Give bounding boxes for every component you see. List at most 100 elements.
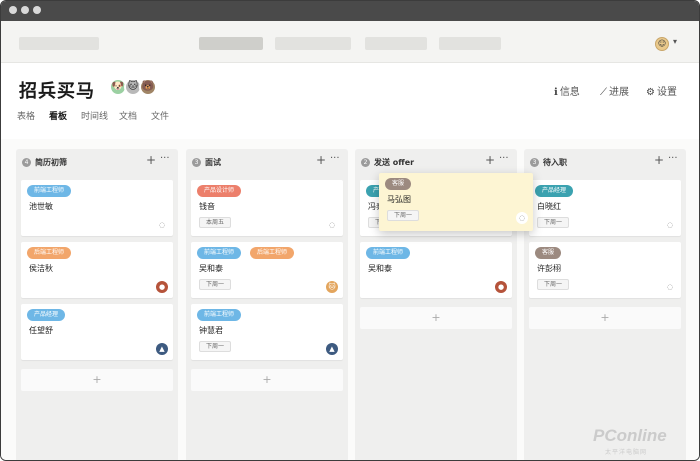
settings-label: 设置 [656,87,677,98]
window-close-dot[interactable] [9,6,17,14]
position-tag: 产品设计师 [197,185,242,197]
add-card-button[interactable]: + [316,153,326,167]
more-options-icon[interactable]: ··· [160,153,170,164]
candidate-card[interactable]: 产品经理任望舒 ▲ [21,304,173,360]
more-options-icon[interactable]: ··· [668,153,678,164]
add-card-button[interactable]: + [654,153,664,167]
interview-time: 下周一 [387,210,420,221]
position-tag: 前端工程师 [366,247,411,259]
window-titlebar [1,1,699,21]
nav-item-3[interactable] [365,37,427,50]
avatar[interactable]: ▲ [156,343,168,355]
avatar[interactable]: ● [156,281,168,293]
top-navigation: ☺ ▾ [1,21,699,63]
column-title: 面试 [205,158,221,167]
column-count: 4 [22,158,31,167]
avatar[interactable]: ◌ [326,219,338,231]
position-tag: 产品经理 [27,309,66,321]
avatar[interactable]: ◌ [664,281,676,293]
interview-time: 下周一 [199,279,232,290]
candidate-card[interactable]: 客服许彭栩下周一 ◌ [529,242,681,298]
candidate-name: 白晓红 [537,202,561,211]
info-label: 信息 [559,87,580,98]
avatar[interactable]: ◌ [516,212,528,224]
tab-files[interactable]: 文件 [151,109,169,122]
candidate-name: 吴和泰 [368,264,392,273]
candidate-name: 池世敏 [29,202,53,211]
more-options-icon[interactable]: ··· [330,153,340,164]
watermark-subtext: 太平洋电脑网 [605,449,648,456]
position-tag: 前端工程师 [197,247,242,259]
avatar[interactable]: ▲ [326,343,338,355]
window-maximize-dot[interactable] [33,6,41,14]
column-title: 待入职 [543,158,567,167]
position-tag: 前端工程师 [27,185,72,197]
candidate-card[interactable]: 后端工程师侯洁秋 ● [21,242,173,298]
candidate-card[interactable]: 产品经理 白晓红 下周一 ◌ [529,180,681,236]
interview-time: 下周一 [537,279,570,290]
avatar[interactable]: 🐻 [139,78,157,96]
more-options-icon[interactable]: ··· [499,153,509,164]
kanban-column: 3 面试 + ··· 产品设计师 钱音 本周五 ◌ 前端工程师 后端工程师 吴和泰 下周一 🐱 前端工程师… [186,149,348,460]
column-count: 3 [192,158,201,167]
add-card-button[interactable]: + [360,307,512,329]
progress-button[interactable]: ⟋ 进展 [600,83,629,98]
position-tag: 后端工程师 [250,247,295,259]
dragging-card[interactable]: 客服马弘图下周一 ◌ [379,173,533,231]
position-tag: 客服 [385,178,412,190]
column-header: 3 面试 + ··· [186,149,348,175]
avatar[interactable]: ◌ [156,219,168,231]
avatar[interactable]: ◌ [664,219,676,231]
tab-docs[interactable]: 文档 [119,109,137,122]
watermark-logo: PConline [593,426,667,445]
candidate-name: 吴和泰 [199,264,223,273]
kanban-column: 3 待入职 + ··· 产品经理 白晓红 下周一 ◌ 客服 许彭栩 下周一 ◌ + [524,149,686,460]
candidate-name: 许彭栩 [537,264,561,273]
window-minimize-dot[interactable] [21,6,29,14]
nav-item-1[interactable] [199,37,263,50]
candidate-card[interactable]: 前端工程师钟慧君下周一 ▲ [191,304,343,360]
add-card-button[interactable]: + [485,153,495,167]
tab-table[interactable]: 表格 [17,109,35,122]
position-tag: 客服 [535,247,562,259]
interview-time: 本周五 [199,217,232,228]
app-window: ☺ ▾ 招兵买马 🐶 🐱 🐻 ℹ 信息 ⟋ 进展 ⚙ 设置 表格 看板 时间线 文档 … [0,0,700,461]
kanban-board: 4 简历初筛 + ··· 前端工程师 池世敏 ◌ 后端工程师 侯洁秋 ● 产品经理 任望舒 ▲ +3 面试 +… [1,139,699,460]
add-card-button[interactable]: + [21,369,173,391]
nav-item-2[interactable] [275,37,351,50]
tab-timeline[interactable]: 时间线 [81,109,108,122]
add-card-button[interactable]: + [146,153,156,167]
interview-time: 下周一 [537,217,570,228]
column-header: 3 待入职 + ··· [524,149,686,175]
column-title: 简历初筛 [35,158,67,167]
candidate-card[interactable]: 前端工程师 后端工程师吴和泰下周一 🐱 [191,242,343,298]
nav-item-4[interactable] [439,37,501,50]
chart-icon: ⟋ [600,87,607,98]
column-count: 3 [530,158,539,167]
position-tag: 前端工程师 [197,309,242,321]
user-avatar-icon[interactable]: ☺ [655,37,669,51]
gear-icon: ⚙ [646,87,655,98]
avatar[interactable]: 🐱 [326,281,338,293]
add-card-button[interactable]: + [191,369,343,391]
progress-label: 进展 [609,87,629,98]
candidate-name: 钱音 [199,202,215,211]
candidate-card[interactable]: 产品设计师钱音本周五 ◌ [191,180,343,236]
interview-time: 下周一 [199,341,232,352]
candidate-name: 侯洁秋 [29,264,53,273]
candidate-name: 钟慧君 [199,326,223,335]
candidate-name: 任望舒 [29,326,53,335]
settings-button[interactable]: ⚙ 设置 [646,83,677,98]
info-button[interactable]: ℹ 信息 [554,83,580,98]
candidate-card[interactable]: 前端工程师吴和泰 ● [360,242,512,298]
candidate-card[interactable]: 前端工程师池世敏 ◌ [21,180,173,236]
tab-kanban[interactable]: 看板 [49,109,67,122]
column-header: 4 简历初筛 + ··· [16,149,178,175]
info-icon: ℹ [554,87,558,98]
chevron-down-icon[interactable]: ▾ [673,37,677,46]
kanban-column: 4 简历初筛 + ··· 前端工程师池世敏 ◌ 后端工程师侯洁秋 ● 产品经理任望舒 ▲ + [16,149,178,460]
position-tag: 后端工程师 [27,247,72,259]
avatar[interactable]: ● [495,281,507,293]
add-card-button[interactable]: + [529,307,681,329]
candidate-name: 马弘图 [387,195,411,204]
